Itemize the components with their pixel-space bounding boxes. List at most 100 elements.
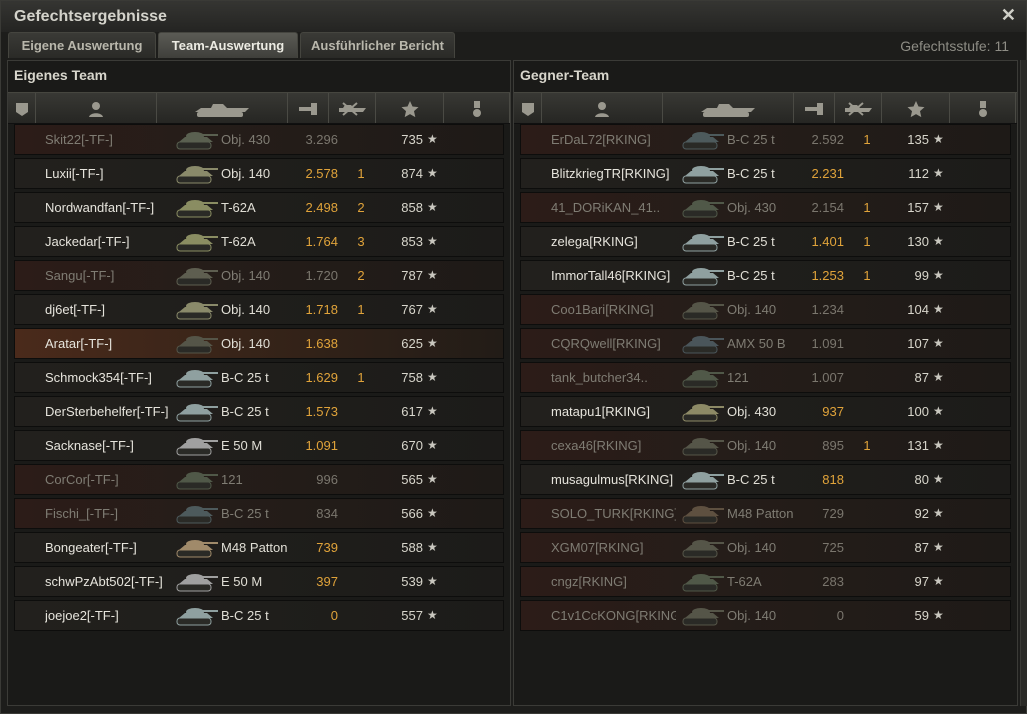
damage-value: 2.498 — [305, 200, 338, 215]
tab-team-auswertung[interactable]: Team-Auswertung — [158, 32, 298, 58]
tank-name: Obj. 430 — [727, 200, 777, 215]
player-row[interactable]: Coo1Bari[RKING] Obj. 140 1.234 104 ★ — [520, 294, 1011, 325]
xp-star-icon: ★ — [933, 268, 944, 282]
xp-value: 874 — [401, 166, 423, 181]
player-row[interactable]: DerSterbehelfer[-TF-] B-C 25 t 1.573 617 ★ — [14, 396, 504, 427]
xp-star-icon — [907, 101, 924, 118]
enemy-header-kills[interactable] — [835, 93, 882, 123]
tank-thumbnail-icon — [176, 540, 218, 558]
enemy-header-medal[interactable] — [950, 93, 1016, 123]
damage-value: 725 — [822, 540, 844, 555]
player-row[interactable]: Sacknase[-TF-] E 50 M 1.091 670 ★ — [14, 430, 504, 461]
enemy-team-title: Gegner-Team — [520, 67, 610, 83]
tank-name: Obj. 140 — [221, 336, 271, 351]
xp-star-icon: ★ — [933, 302, 944, 316]
player-row[interactable]: Jackedar[-TF-] T-62A 1.764 3 853 ★ — [14, 226, 504, 257]
own-header-kills[interactable] — [329, 93, 376, 123]
damage-value: 2.231 — [811, 166, 844, 181]
player-row[interactable]: CorCor[-TF-] 121 996 565 ★ — [14, 464, 504, 495]
player-row[interactable]: C1v1CcKONG[RKING] Obj. 140 0 59 ★ — [520, 600, 1011, 631]
kills-value — [857, 397, 877, 426]
xp-star-icon: ★ — [427, 336, 438, 350]
damage-value: 937 — [822, 404, 844, 419]
player-name: Sangu[-TF-] — [45, 268, 115, 283]
xp-star-icon: ★ — [933, 132, 944, 146]
xp-star-icon: ★ — [427, 540, 438, 554]
player-row[interactable]: Aratar[-TF-] Obj. 140 1.638 625 ★ — [14, 328, 504, 359]
xp-value: 557 — [401, 608, 423, 623]
tank-thumbnail-icon — [682, 200, 724, 218]
title-bar[interactable]: Gefechtsergebnisse ✕ — [1, 1, 1026, 32]
player-row[interactable]: SOLO_TURK[RKING] M48 Patton 729 92 ★ — [520, 498, 1011, 529]
battle-level: Gefechtsstufe: 11 — [900, 38, 1009, 54]
player-row[interactable]: musagulmus[RKING] B-C 25 t 818 80 ★ — [520, 464, 1011, 495]
player-row[interactable]: BlitzkriegTR[RKING] B-C 25 t 2.231 112 ★ — [520, 158, 1011, 189]
player-row[interactable]: dj6et[-TF-] Obj. 140 1.718 1 767 ★ — [14, 294, 504, 325]
kills-value — [351, 125, 371, 154]
player-row[interactable]: XGM07[RKING] Obj. 140 725 87 ★ — [520, 532, 1011, 563]
tab-eigene-auswertung[interactable]: Eigene Auswertung — [8, 32, 156, 58]
player-name: Luxii[-TF-] — [45, 166, 104, 181]
player-row[interactable]: Fischi_[-TF-] B-C 25 t 834 566 ★ — [14, 498, 504, 529]
enemy-header-damage[interactable] — [794, 93, 835, 123]
player-row[interactable]: tank_butcher34.. 121 1.007 87 ★ — [520, 362, 1011, 393]
player-row[interactable]: CQRQwell[RKING] AMX 50 B 1.091 107 ★ — [520, 328, 1011, 359]
player-row[interactable]: Nordwandfan[-TF-] T-62A 2.498 2 858 ★ — [14, 192, 504, 223]
damage-value: 818 — [822, 472, 844, 487]
player-row[interactable]: schwPzAbt502[-TF-] E 50 M 397 539 ★ — [14, 566, 504, 597]
kills-value: 1 — [357, 370, 365, 385]
damage-value: 1.718 — [305, 302, 338, 317]
xp-value: 107 — [907, 336, 929, 351]
tank-name: Obj. 140 — [727, 540, 777, 555]
tank-thumbnail-icon — [176, 370, 218, 388]
tab-ausfuehrlicher-bericht[interactable]: Ausführlicher Bericht — [300, 32, 455, 58]
tank-thumbnail-icon — [682, 302, 724, 320]
player-row[interactable]: matapu1[RKING] Obj. 430 937 100 ★ — [520, 396, 1011, 427]
player-row[interactable]: zelega[RKING] B-C 25 t 1.401 1 130 ★ — [520, 226, 1011, 257]
tank-thumbnail-icon — [682, 268, 724, 286]
enemy-header-squad[interactable] — [514, 93, 542, 123]
xp-value: 539 — [401, 574, 423, 589]
own-header-medal[interactable] — [444, 93, 510, 123]
player-row[interactable]: joejoe2[-TF-] B-C 25 t 0 557 ★ — [14, 600, 504, 631]
player-row[interactable]: ErDaL72[RKING] B-C 25 t 2.592 1 135 ★ — [520, 124, 1011, 155]
xp-value: 853 — [401, 234, 423, 249]
player-name: Jackedar[-TF-] — [45, 234, 130, 249]
enemy-team-panel: Gegner-Team ErDaL72[RKING] B-C 25 t 2.592 1… — [513, 60, 1018, 706]
xp-star-icon: ★ — [933, 166, 944, 180]
xp-star-icon: ★ — [933, 404, 944, 418]
player-row[interactable]: 41_DORiKAN_41.. Obj. 430 2.154 1 157 ★ — [520, 192, 1011, 223]
player-row[interactable]: Luxii[-TF-] Obj. 140 2.578 1 874 ★ — [14, 158, 504, 189]
own-header-squad[interactable] — [8, 93, 36, 123]
tank-thumbnail-icon — [682, 574, 724, 592]
kills-value — [351, 567, 371, 596]
xp-star-icon: ★ — [427, 404, 438, 418]
damage-icon — [805, 103, 823, 115]
scrollbar[interactable] — [1020, 60, 1027, 706]
player-row[interactable]: Sangu[-TF-] Obj. 140 1.720 2 787 ★ — [14, 260, 504, 291]
enemy-header-player[interactable] — [542, 93, 663, 123]
enemy-header-tank[interactable] — [663, 93, 794, 123]
own-header-player[interactable] — [36, 93, 157, 123]
tank-thumbnail-icon — [682, 540, 724, 558]
xp-star-icon: ★ — [933, 540, 944, 554]
own-header-tank[interactable] — [157, 93, 288, 123]
kills-value: 1 — [863, 438, 871, 453]
tank-name: Obj. 430 — [727, 404, 777, 419]
player-row[interactable]: ImmorTall46[RKING] B-C 25 t 1.253 1 99 ★ — [520, 260, 1011, 291]
player-row[interactable]: cexa46[RKING] Obj. 140 895 1 131 ★ — [520, 430, 1011, 461]
xp-value: 625 — [401, 336, 423, 351]
close-icon[interactable]: ✕ — [1001, 5, 1016, 26]
player-row[interactable]: Skit22[-TF-] Obj. 430 3.296 735 ★ — [14, 124, 504, 155]
player-row[interactable]: Bongeater[-TF-] M48 Patton 739 588 ★ — [14, 532, 504, 563]
tank-name: T-62A — [221, 234, 256, 249]
own-header-damage[interactable] — [288, 93, 329, 123]
player-name: dj6et[-TF-] — [45, 302, 105, 317]
player-row[interactable]: cngz[RKING] T-62A 283 97 ★ — [520, 566, 1011, 597]
tank-thumbnail-icon — [176, 132, 218, 150]
player-name: Nordwandfan[-TF-] — [45, 200, 155, 215]
player-row[interactable]: Schmock354[-TF-] B-C 25 t 1.629 1 758 ★ — [14, 362, 504, 393]
enemy-header-xp-star[interactable] — [882, 93, 950, 123]
own-header-xp-star[interactable] — [376, 93, 444, 123]
tank-name: E 50 M — [221, 438, 263, 453]
